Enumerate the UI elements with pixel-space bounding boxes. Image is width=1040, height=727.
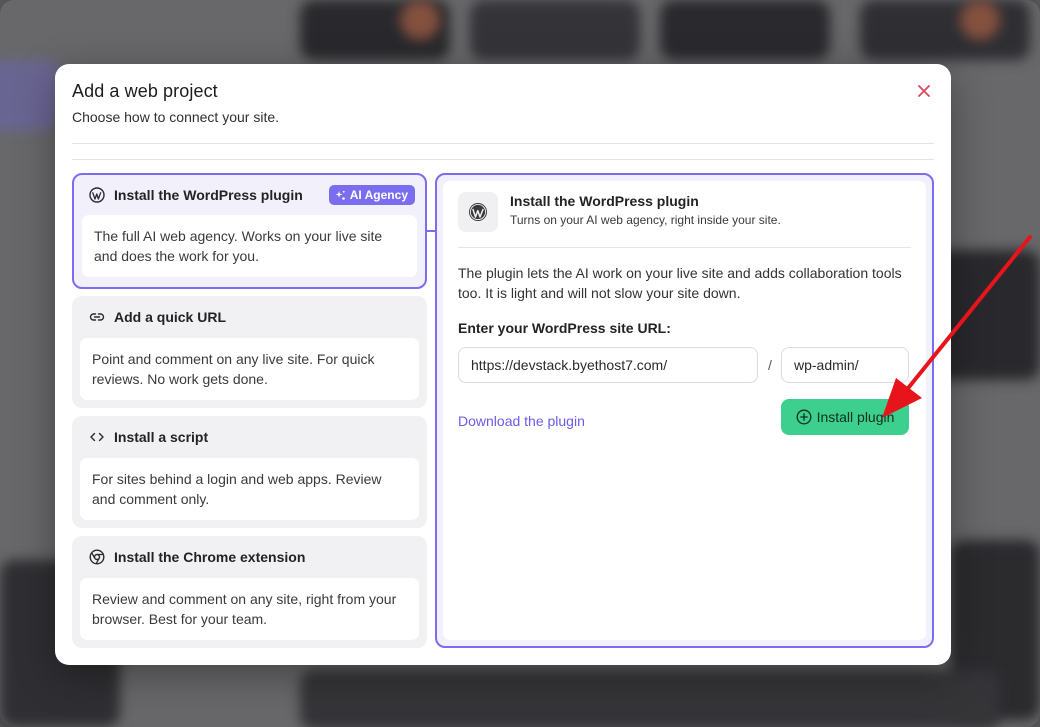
- sparkle-icon: [335, 190, 345, 200]
- url-separator: /: [768, 357, 772, 373]
- install-plugin-button[interactable]: Install plugin: [781, 399, 909, 435]
- plus-circle-icon: [796, 409, 812, 425]
- site-url-input[interactable]: [458, 347, 758, 383]
- option-description: Point and comment on any live site. For …: [80, 338, 419, 400]
- option-quick-url[interactable]: Add a quick URL Point and comment on any…: [72, 296, 427, 408]
- badge-label: AI Agency: [349, 188, 408, 202]
- wordpress-logo-icon: [458, 192, 498, 232]
- wordpress-plugin-panel: Install the WordPress plugin Turns on yo…: [435, 173, 934, 648]
- panel-subtitle: Turns on your AI web agency, right insid…: [510, 213, 781, 227]
- option-description: Review and comment on any site, right fr…: [80, 578, 419, 640]
- option-install-script[interactable]: Install a script For sites behind a logi…: [72, 416, 427, 528]
- option-description: The full AI web agency. Works on your li…: [82, 215, 417, 277]
- site-url-label: Enter your WordPress site URL:: [458, 320, 671, 336]
- option-title: Install a script: [114, 429, 209, 445]
- download-plugin-link[interactable]: Download the plugin: [458, 413, 585, 429]
- header-divider: [72, 143, 934, 144]
- panel-title: Install the WordPress plugin: [510, 193, 699, 209]
- ai-agency-badge: AI Agency: [328, 185, 415, 205]
- install-plugin-label: Install plugin: [816, 409, 895, 425]
- dialog-title: Add a web project: [72, 81, 218, 101]
- option-wordpress-plugin[interactable]: Install the WordPress plugin AI Agency T…: [72, 173, 427, 289]
- option-description: For sites behind a login and web apps. R…: [80, 458, 419, 520]
- chrome-icon: [88, 548, 106, 566]
- dialog-subtitle: Choose how to connect your site.: [72, 109, 280, 125]
- wordpress-icon: [88, 186, 106, 204]
- link-icon: [88, 308, 106, 326]
- option-title: Install the Chrome extension: [114, 549, 306, 565]
- option-chrome-extension[interactable]: Install the Chrome extension Review and …: [72, 536, 427, 648]
- panel-description: The plugin lets the AI work on your live…: [458, 265, 902, 301]
- code-icon: [88, 428, 106, 446]
- close-button[interactable]: [913, 80, 935, 102]
- panel-divider: [458, 247, 911, 248]
- option-title: Install the WordPress plugin: [114, 187, 303, 203]
- add-project-dialog: Add a web project Choose how to connect …: [55, 64, 951, 665]
- header-divider-2: [72, 159, 934, 160]
- admin-path-input[interactable]: [781, 347, 909, 383]
- close-icon: [918, 85, 930, 97]
- option-title: Add a quick URL: [114, 309, 227, 325]
